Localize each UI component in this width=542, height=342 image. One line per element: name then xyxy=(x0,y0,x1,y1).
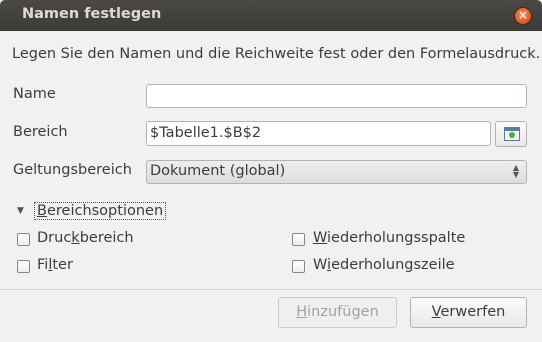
label-part: ter xyxy=(52,257,73,273)
mnemonic: H xyxy=(296,304,308,320)
expander-arrow-icon[interactable]: ▼ xyxy=(17,206,24,216)
titlebar[interactable]: Namen festlegen × xyxy=(0,0,542,31)
print-range-label[interactable]: Druckbereich xyxy=(37,230,134,246)
range-input[interactable]: $Tabelle1.$B$2 xyxy=(146,121,491,146)
label-part: iederholungsspalte xyxy=(327,230,466,246)
label-part: ederholungszeile xyxy=(331,257,455,273)
dialog-window: Namen festlegen × Legen Sie den Namen un… xyxy=(0,0,542,342)
label-part: Fi xyxy=(37,257,49,273)
shrink-dialog-icon xyxy=(504,127,520,141)
label-part: Druc xyxy=(37,230,72,246)
range-options-expander[interactable]: Bereichsoptionen xyxy=(34,202,167,220)
close-icon: × xyxy=(517,8,529,22)
name-input[interactable] xyxy=(146,84,527,108)
label-part: erwerfen xyxy=(440,304,506,320)
filter-label[interactable]: Filter xyxy=(37,257,73,273)
updown-arrows-icon: ▲ ▼ xyxy=(512,163,520,179)
window-title: Namen festlegen xyxy=(22,6,162,22)
repeat-row-label[interactable]: Wiederholungszeile xyxy=(313,257,455,273)
label-part: W xyxy=(313,257,328,273)
add-button[interactable]: Hinzufügen xyxy=(278,297,397,328)
print-range-checkbox[interactable] xyxy=(17,233,30,246)
separator xyxy=(0,289,542,290)
name-label: Name xyxy=(13,86,56,102)
mnemonic: W xyxy=(313,230,328,246)
repeat-row-checkbox[interactable] xyxy=(292,260,305,273)
repeat-column-checkbox[interactable] xyxy=(292,233,305,246)
label-part: bereich xyxy=(79,230,134,246)
mnemonic: k xyxy=(71,230,80,246)
dialog-description: Legen Sie den Namen und die Reichweite f… xyxy=(12,46,541,62)
scope-label: Geltungsbereich xyxy=(13,162,132,178)
discard-button[interactable]: Verwerfen xyxy=(410,297,527,328)
repeat-column-label[interactable]: Wiederholungsspalte xyxy=(313,230,465,246)
scope-select-value: Dokument (global) xyxy=(150,163,286,179)
expander-mnemonic: B xyxy=(37,203,47,219)
close-window-button[interactable]: × xyxy=(515,8,531,24)
expander-label-rest: ereichsoptionen xyxy=(46,203,164,219)
range-label: Bereich xyxy=(13,124,68,140)
scope-select[interactable]: Dokument (global) ▲ ▼ xyxy=(146,160,527,184)
filter-checkbox[interactable] xyxy=(17,260,30,273)
shrink-button[interactable] xyxy=(495,121,527,147)
range-input-value: $Tabelle1.$B$2 xyxy=(150,125,262,141)
label-part: inzufügen xyxy=(307,304,379,320)
